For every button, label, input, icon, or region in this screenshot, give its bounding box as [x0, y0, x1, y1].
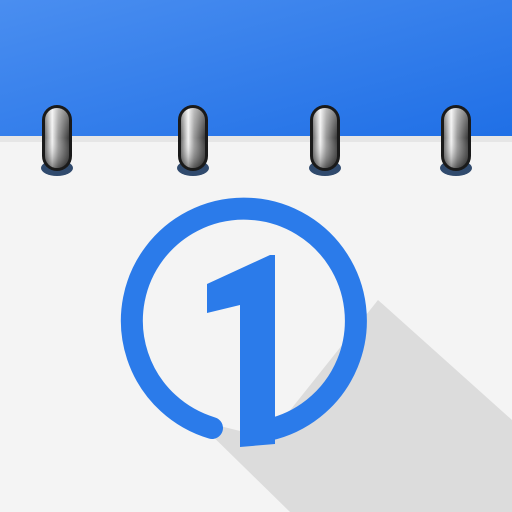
binder-ring — [440, 105, 472, 176]
binder-ring — [41, 105, 73, 176]
binder-ring — [177, 105, 209, 176]
calendar-icon-graphic — [0, 0, 512, 512]
calendar-app-icon — [0, 0, 512, 512]
page-top-edge — [0, 136, 512, 142]
binder-ring — [309, 105, 341, 176]
calendar-header — [0, 0, 512, 140]
